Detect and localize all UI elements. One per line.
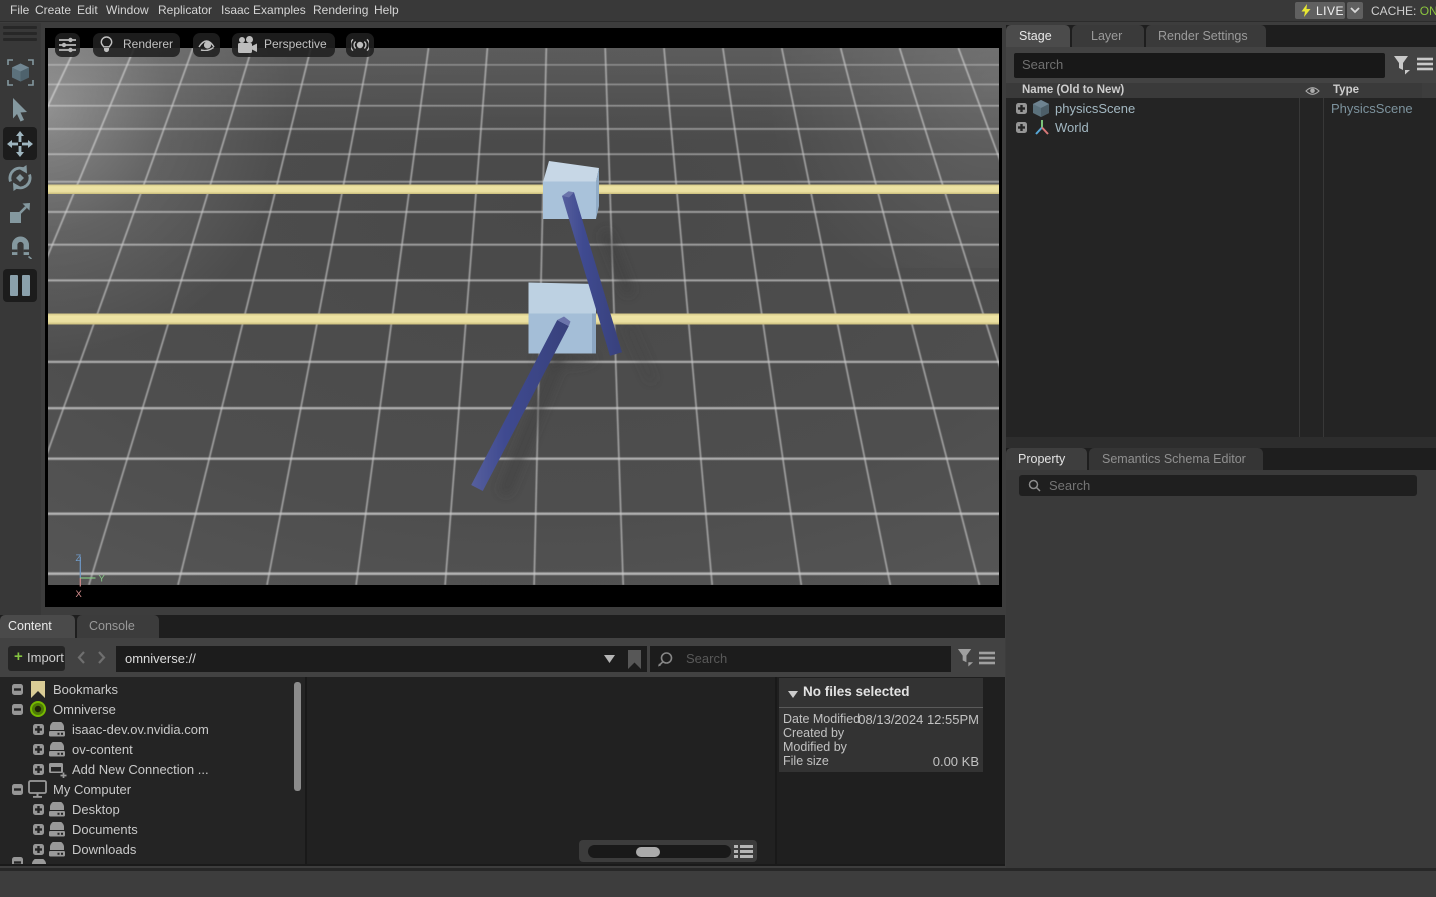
svg-text:Y: Y — [99, 574, 106, 585]
svg-text:X: X — [76, 589, 83, 600]
svg-text:Z: Z — [76, 553, 82, 564]
